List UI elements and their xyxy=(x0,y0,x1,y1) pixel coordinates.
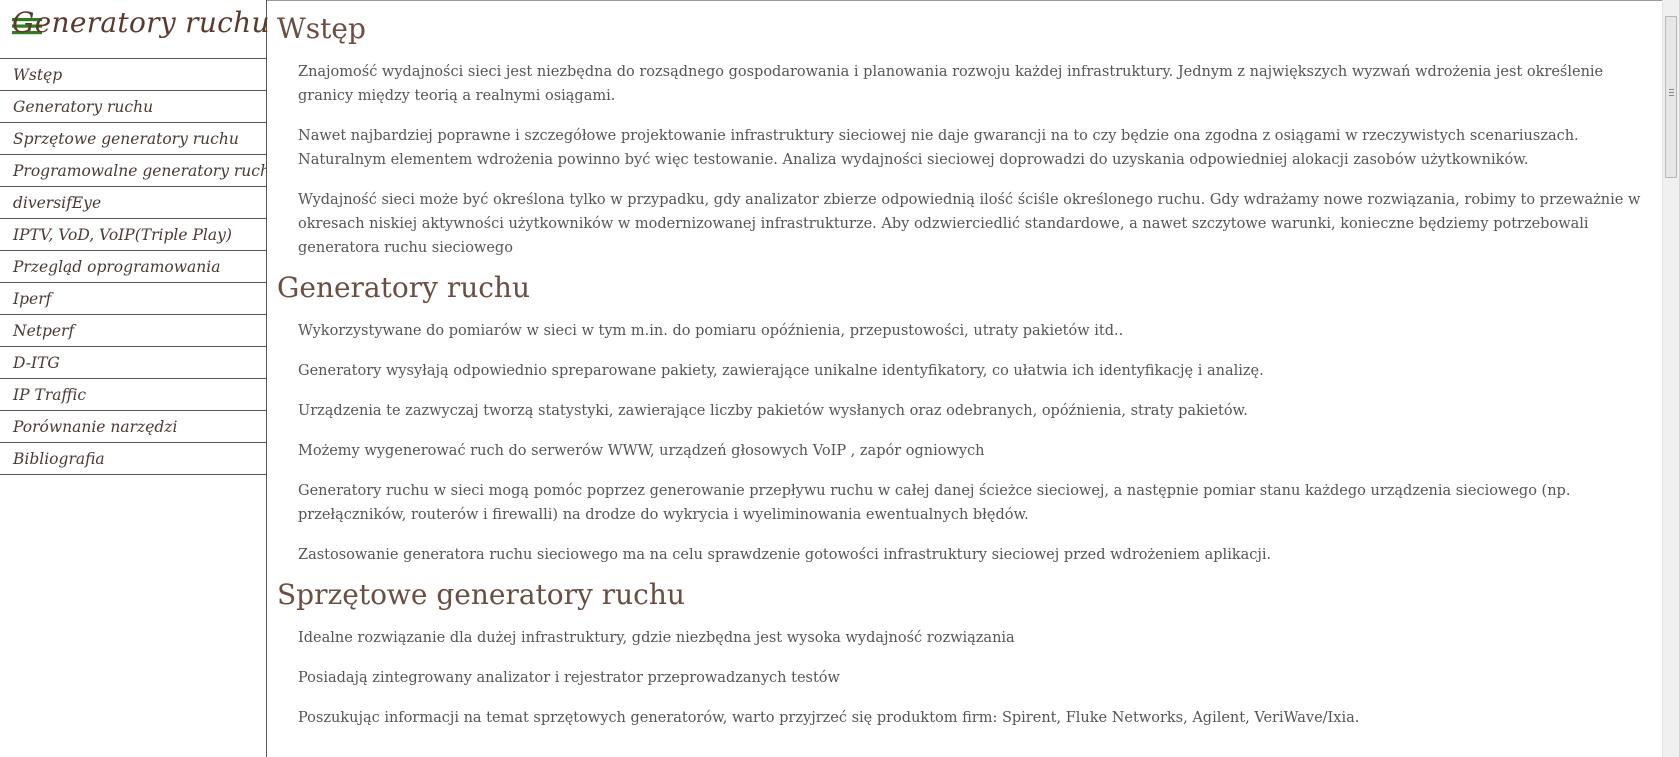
paragraph: Generatory wysyłają odpowiednio spreparo… xyxy=(298,363,1264,379)
sidebar-nav: Wstęp Generatory ruchu Sprzętowe generat… xyxy=(0,58,266,475)
vertical-scrollbar[interactable] xyxy=(1662,0,1679,757)
paragraph: Wydajność sieci może być określona tylko… xyxy=(298,192,1641,256)
sidebar-item-wstep[interactable]: Wstęp xyxy=(0,59,266,91)
scrollbar-thumb[interactable] xyxy=(1665,16,1677,178)
section-wstep: Wstęp Znajomość wydajności sieci jest ni… xyxy=(268,12,1661,260)
sidebar-item-sprzetowe-generatory[interactable]: Sprzętowe generatory ruchu xyxy=(0,123,266,155)
paragraph: Idealne rozwiązanie dla dużej infrastruk… xyxy=(298,630,1015,646)
paragraph: Poszukując informacji na temat sprzętowy… xyxy=(298,710,1360,726)
grip-line xyxy=(1669,89,1674,90)
sidebar: Generatory ruchu Wstęp Generatory ruchu … xyxy=(0,0,270,757)
sidebar-item-diversifeye[interactable]: diversifEye xyxy=(0,187,266,219)
sidebar-item-netperf[interactable]: Netperf xyxy=(0,315,266,347)
paragraph: Możemy wygenerować ruch do serwerów WWW,… xyxy=(298,443,985,459)
sidebar-item-d-itg[interactable]: D-ITG xyxy=(0,347,266,379)
section-sprzetowe-generatory: Sprzętowe generatory ruchu Idealne rozwi… xyxy=(268,578,1661,730)
paragraph: Generatory ruchu w sieci mogą pomóc popr… xyxy=(298,483,1571,523)
section-heading: Wstęp xyxy=(277,12,366,45)
sidebar-item-przeglad-oprogramowania[interactable]: Przegląd oprogramowania xyxy=(0,251,266,283)
paragraph: Urządzenia te zazwyczaj tworzą statystyk… xyxy=(298,403,1248,419)
grip-line xyxy=(1669,95,1674,96)
paragraph: Nawet najbardziej poprawne i szczegółowe… xyxy=(298,128,1579,168)
site-logo[interactable]: Generatory ruchu xyxy=(10,6,270,46)
paragraph: Posiadają zintegrowany analizator i reje… xyxy=(298,670,840,686)
section-heading: Generatory ruchu xyxy=(277,271,530,304)
paragraph: Zastosowanie generatora ruchu sieciowego… xyxy=(298,547,1272,563)
paragraph: Wykorzystywane do pomiarów w sieci w tym… xyxy=(298,323,1124,339)
sidebar-item-programowalne-generatory[interactable]: Programowalne generatory ruchu xyxy=(0,155,266,187)
main-content: Wstęp Znajomość wydajności sieci jest ni… xyxy=(268,0,1661,757)
section-heading: Sprzętowe generatory ruchu xyxy=(277,578,685,611)
sidebar-item-porownanie-narzedzi[interactable]: Porównanie narzędzi xyxy=(0,411,266,443)
sidebar-item-ip-traffic[interactable]: IP Traffic xyxy=(0,379,266,411)
section-generatory-ruchu: Generatory ruchu Wykorzystywane do pomia… xyxy=(268,271,1661,567)
sidebar-item-iptv-vod-voip[interactable]: IPTV, VoD, VoIP(Triple Play) xyxy=(0,219,266,251)
paragraph: Znajomość wydajności sieci jest niezbędn… xyxy=(298,64,1604,104)
sidebar-item-generatory-ruchu[interactable]: Generatory ruchu xyxy=(0,91,266,123)
sidebar-item-bibliografia[interactable]: Bibliografia xyxy=(0,443,266,475)
site-title: Generatory ruchu xyxy=(12,6,270,39)
sidebar-item-iperf[interactable]: Iperf xyxy=(0,283,266,315)
grip-line xyxy=(1669,92,1674,93)
